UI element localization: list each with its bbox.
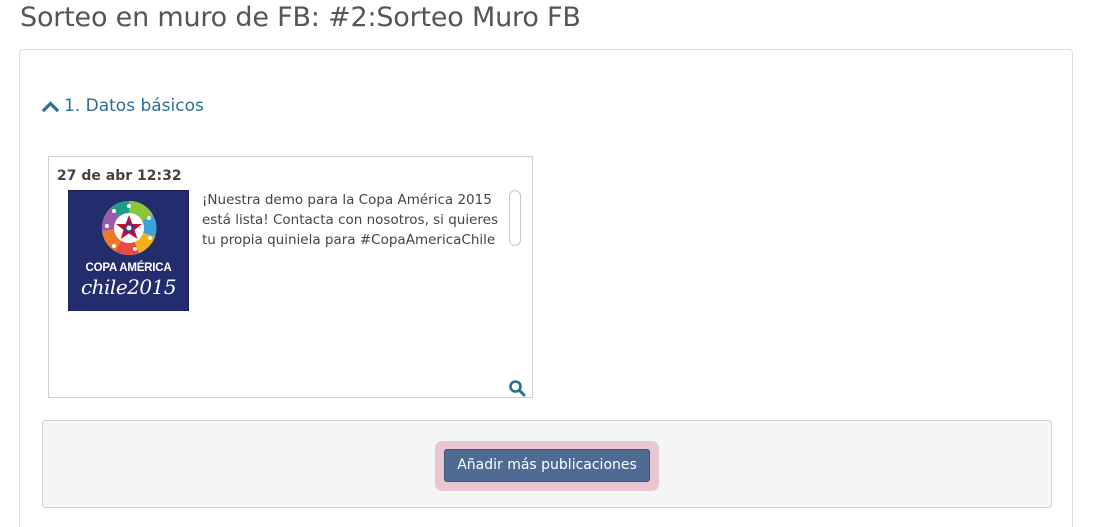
chevron-up-icon xyxy=(42,101,59,112)
section-label: 1. Datos básicos xyxy=(64,96,204,116)
section-toggle-datos-basicos[interactable]: 1. Datos básicos xyxy=(42,94,204,118)
logo-line2: chile2015 xyxy=(80,275,177,299)
post-image: COPA AMÉRICA chile2015 xyxy=(68,190,189,311)
post-text: ¡Nuestra demo para la Copa América 2015 … xyxy=(202,192,498,248)
page: Sorteo en muro de FB: #2:Sorteo Muro FB … xyxy=(0,0,1093,527)
post-card: 27 de abr 12:32 COPA AMÉRICA chile2015 ¡… xyxy=(48,156,533,398)
logo-line1: COPA AMÉRICA xyxy=(85,262,172,274)
post-date: 27 de abr 12:32 xyxy=(57,168,182,184)
post-text-scrollbar[interactable] xyxy=(509,190,521,246)
magnifier-icon[interactable] xyxy=(508,379,526,397)
page-title: Sorteo en muro de FB: #2:Sorteo Muro FB xyxy=(20,2,581,33)
add-more-publications-button[interactable]: Añadir más publicaciones xyxy=(444,449,650,482)
